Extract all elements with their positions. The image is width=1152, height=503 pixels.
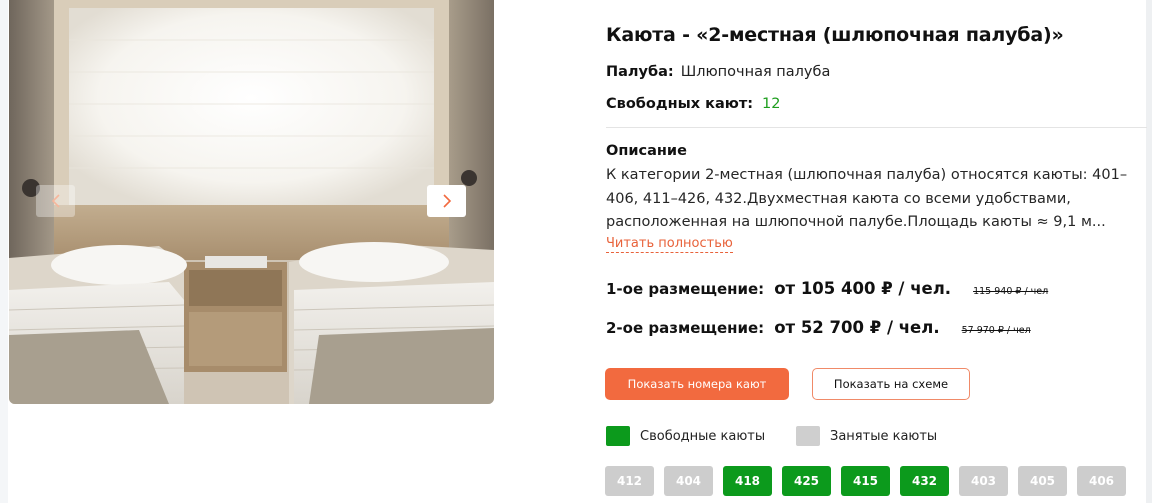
cabin-number-chip[interactable]: 415 bbox=[841, 466, 890, 496]
chevron-left-icon bbox=[51, 194, 60, 208]
cabin-photo bbox=[9, 0, 494, 404]
free-cabins-label: Свободных кают: bbox=[606, 96, 754, 112]
deck-value: Шлюпочная палуба bbox=[680, 64, 831, 80]
price-label: 2-ое размещение: bbox=[606, 319, 765, 337]
read-more-link[interactable]: Читать полностью bbox=[606, 236, 733, 253]
free-cabins-row: Свободных кают: 12 bbox=[606, 96, 781, 112]
cabin-photo-gallery bbox=[9, 0, 494, 404]
deck-row: Палуба: Шлюпочная палуба bbox=[606, 64, 830, 80]
legend-free: Свободные каюты bbox=[606, 426, 765, 446]
free-cabins-count: 12 bbox=[762, 96, 781, 112]
cabin-number-list: 412 404 418 425 415 432 403 405 406 bbox=[605, 466, 1126, 496]
price-old: 57 970 ₽ / чел bbox=[961, 325, 1031, 336]
legend-free-swatch bbox=[606, 426, 630, 446]
page-edge bbox=[0, 0, 8, 503]
show-on-scheme-button[interactable]: Показать на схеме bbox=[812, 368, 970, 400]
gallery-next-button[interactable] bbox=[427, 185, 466, 217]
description-heading: Описание bbox=[606, 143, 687, 159]
price-row-double: 2-ое размещение: от 52 700 ₽ / чел. 57 9… bbox=[606, 318, 1031, 337]
price-value: от 105 400 ₽ / чел. bbox=[774, 279, 952, 298]
legend-free-label: Свободные каюты bbox=[640, 428, 766, 444]
legend-busy: Занятые каюты bbox=[796, 426, 937, 446]
divider bbox=[606, 127, 1147, 128]
cabin-number-chip[interactable]: 425 bbox=[782, 466, 831, 496]
cabin-number-chip[interactable]: 405 bbox=[1018, 466, 1067, 496]
cabin-number-chip[interactable]: 412 bbox=[605, 466, 654, 496]
chevron-right-icon bbox=[442, 194, 451, 208]
price-label: 1-ое размещение: bbox=[606, 280, 765, 298]
cabin-number-chip[interactable]: 418 bbox=[723, 466, 772, 496]
legend-busy-label: Занятые каюты bbox=[830, 428, 938, 444]
deck-label: Палуба: bbox=[606, 64, 674, 80]
price-value: от 52 700 ₽ / чел. bbox=[774, 318, 940, 337]
price-row-single: 1-ое размещение: от 105 400 ₽ / чел. 115… bbox=[606, 279, 1048, 298]
legend-busy-swatch bbox=[796, 426, 820, 446]
price-old: 115 940 ₽ / чел bbox=[973, 286, 1049, 297]
gallery-prev-button[interactable] bbox=[36, 185, 75, 217]
description-text: К категории 2-местная (шлюпочная палуба)… bbox=[606, 167, 1128, 230]
cabin-number-chip[interactable]: 406 bbox=[1077, 466, 1126, 496]
cabin-number-chip[interactable]: 403 bbox=[959, 466, 1008, 496]
scrollbar-track[interactable] bbox=[1146, 0, 1152, 503]
cabin-title: Каюта - «2-местная (шлюпочная палуба)» bbox=[606, 24, 1064, 46]
cabin-number-chip[interactable]: 432 bbox=[900, 466, 949, 496]
show-cabin-numbers-button[interactable]: Показать номера кают bbox=[605, 368, 789, 400]
cabin-number-chip[interactable]: 404 bbox=[664, 466, 713, 496]
